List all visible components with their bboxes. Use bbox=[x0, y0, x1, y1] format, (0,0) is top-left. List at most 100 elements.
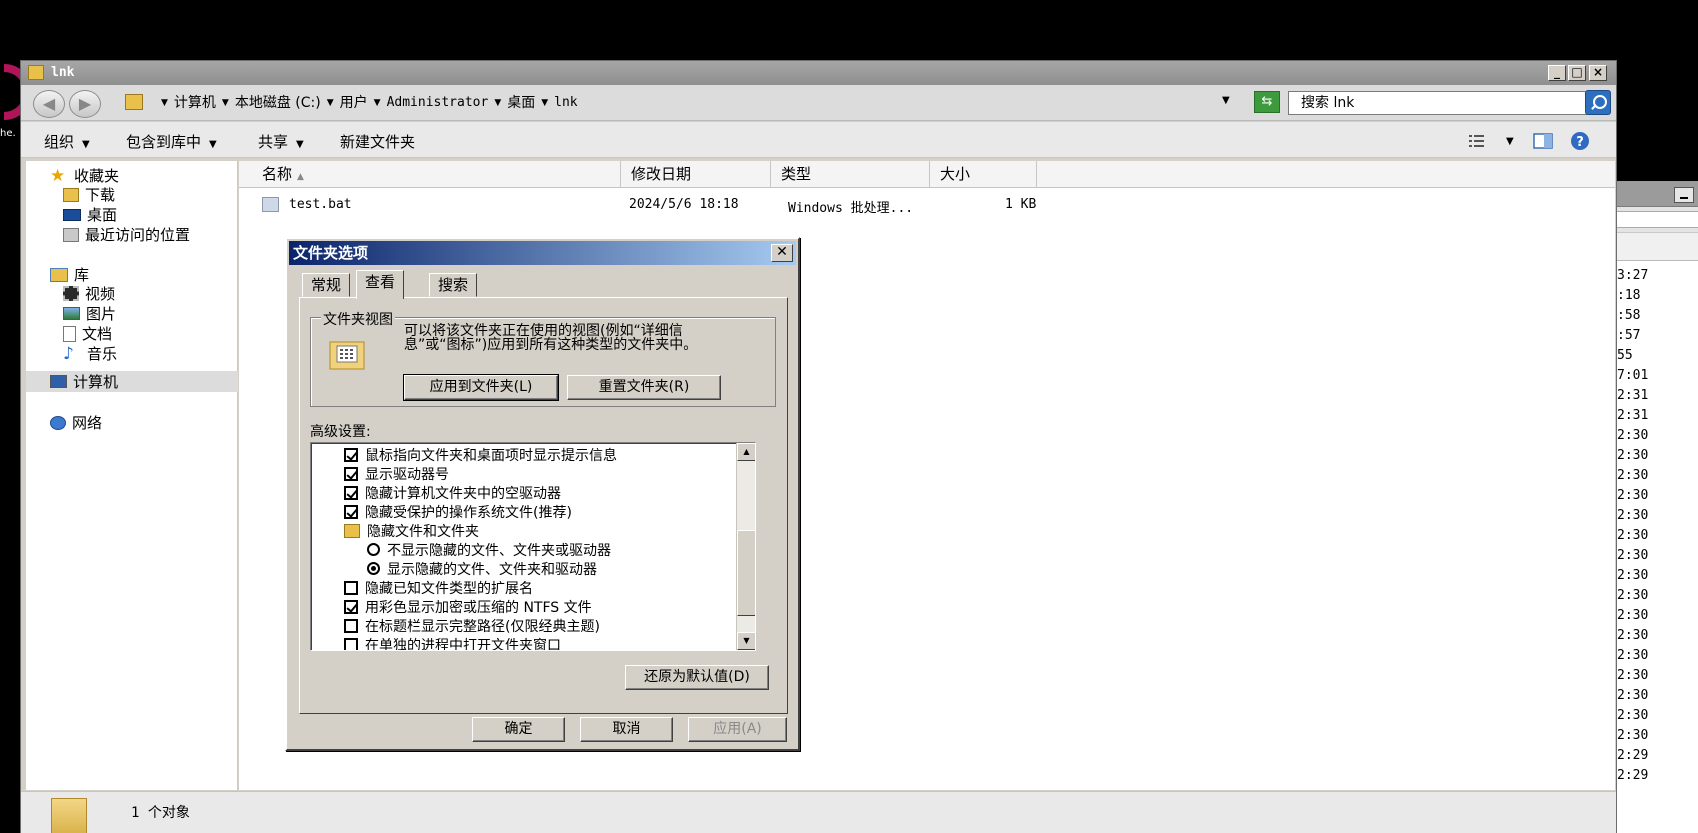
checkbox-checked-icon[interactable] bbox=[344, 466, 358, 481]
settings-option[interactable]: 隐藏计算机文件夹中的空驱动器 bbox=[344, 483, 561, 502]
window-titlebar[interactable]: lnk _ □ × bbox=[21, 61, 1616, 85]
settings-option-label: 隐藏计算机文件夹中的空驱动器 bbox=[365, 485, 561, 502]
settings-option[interactable]: 隐藏已知文件类型的扩展名 bbox=[344, 578, 533, 597]
breadcrumb-desktop[interactable]: 桌面 bbox=[507, 94, 535, 112]
nav-item-computer[interactable]: 计算机 bbox=[26, 371, 238, 392]
breadcrumb-lnk[interactable]: lnk bbox=[554, 94, 577, 112]
checkbox-unchecked-icon[interactable] bbox=[344, 580, 358, 595]
settings-option[interactable]: 在标题栏显示完整路径(仅限经典主题) bbox=[344, 616, 600, 635]
settings-option[interactable]: 显示驱动器号 bbox=[344, 464, 449, 483]
nav-item-recent[interactable]: 最近访问的位置 bbox=[63, 224, 190, 245]
help-icon[interactable]: ? bbox=[1569, 131, 1591, 151]
explorer-window: lnk _ □ × ◀ ▶ ▼ 计算机 ▼ 本地磁盘 (C:) ▼ 用户 ▼ A… bbox=[20, 60, 1617, 833]
chevron-down-icon[interactable]: ▼ bbox=[1506, 136, 1514, 147]
file-type: Windows 批处理... bbox=[788, 201, 914, 216]
column-header-modified[interactable]: 修改日期 bbox=[621, 161, 771, 187]
nav-item-network[interactable]: 网络 bbox=[50, 412, 102, 433]
nav-item-videos[interactable]: 视频 bbox=[63, 283, 115, 304]
maximize-button[interactable]: □ bbox=[1568, 65, 1586, 81]
background-window-minimize-button[interactable] bbox=[1674, 187, 1694, 203]
checkbox-checked-icon[interactable] bbox=[344, 504, 358, 519]
background-time-prefix: 2 bbox=[1617, 588, 1625, 603]
radio-selected-icon[interactable] bbox=[367, 562, 380, 575]
checkbox-checked-icon[interactable] bbox=[344, 485, 358, 500]
tab-search[interactable]: 搜索 bbox=[429, 273, 478, 297]
dialog-close-button[interactable]: ✕ bbox=[771, 244, 793, 262]
music-icon: ♪ bbox=[63, 343, 74, 364]
breadcrumb-local-disk[interactable]: 本地磁盘 (C:) bbox=[235, 94, 321, 112]
pictures-icon bbox=[63, 307, 80, 320]
partial-logo-text: he. bbox=[0, 128, 16, 139]
scroll-down-button[interactable]: ▼ bbox=[737, 632, 755, 650]
chevron-down-icon[interactable]: ▼ bbox=[222, 94, 229, 112]
settings-option[interactable]: 用彩色显示加密或压缩的 NTFS 文件 bbox=[344, 597, 592, 616]
background-window[interactable]: 3:27:18:58:57 55 7:01 2:31 2:31 2:30 2:30 2:30 2… bbox=[1617, 181, 1698, 833]
nav-label-libraries: 库 bbox=[74, 266, 90, 284]
back-button[interactable]: ◀ bbox=[33, 90, 65, 118]
settings-option[interactable]: 在单独的进程中打开文件夹窗口 bbox=[344, 635, 561, 650]
reset-folders-button[interactable]: 重置文件夹(R) bbox=[567, 375, 721, 400]
close-button[interactable]: × bbox=[1589, 65, 1607, 81]
settings-option[interactable]: 鼠标指向文件夹和桌面项时显示提示信息 bbox=[344, 445, 617, 464]
checkbox-checked-icon[interactable] bbox=[344, 599, 358, 614]
table-row[interactable]: test.bat 2024/5/6 18:18 Windows 批处理... 1… bbox=[239, 195, 1039, 217]
background-time-prefix: 2 bbox=[1617, 508, 1625, 523]
search-icon[interactable] bbox=[1585, 90, 1611, 115]
nav-item-documents[interactable]: 文档 bbox=[63, 323, 112, 344]
search-input[interactable]: 搜索 lnk bbox=[1288, 91, 1603, 115]
chevron-down-icon[interactable]: ▼ bbox=[327, 94, 334, 112]
breadcrumb[interactable]: ▼ 计算机 ▼ 本地磁盘 (C:) ▼ 用户 ▼ Administrator ▼… bbox=[155, 94, 578, 112]
radio-unselected-icon[interactable] bbox=[367, 543, 380, 556]
checkbox-unchecked-icon[interactable] bbox=[344, 618, 358, 633]
nav-item-downloads[interactable]: 下载 bbox=[63, 184, 115, 205]
tab-general[interactable]: 常规 bbox=[302, 273, 351, 297]
dialog-titlebar[interactable]: 文件夹选项 ✕ bbox=[289, 241, 796, 265]
include-library-button[interactable]: 包含到库中 ▼ bbox=[126, 131, 217, 152]
cancel-button[interactable]: 取消 bbox=[580, 717, 673, 742]
new-folder-button[interactable]: 新建文件夹 bbox=[340, 131, 415, 152]
chevron-down-icon[interactable]: ▼ bbox=[494, 94, 501, 112]
view-options-icon[interactable] bbox=[1467, 131, 1489, 151]
background-time-prefix: 2 bbox=[1617, 388, 1625, 403]
advanced-settings-scrollbar[interactable]: ▲ ▼ bbox=[736, 443, 755, 650]
breadcrumb-users[interactable]: 用户 bbox=[340, 94, 368, 112]
breadcrumb-administrator[interactable]: Administrator bbox=[387, 94, 489, 112]
nav-item-favorites[interactable]: ★ 收藏夹 bbox=[50, 165, 119, 186]
breadcrumb-computer[interactable]: 计算机 bbox=[174, 94, 216, 112]
ok-button[interactable]: 确定 bbox=[472, 717, 565, 742]
downloads-icon bbox=[63, 187, 79, 202]
preview-pane-icon[interactable] bbox=[1532, 131, 1554, 151]
settings-option[interactable]: 显示隐藏的文件、文件夹和驱动器 bbox=[367, 559, 597, 578]
share-button[interactable]: 共享 ▼ bbox=[258, 131, 304, 152]
advanced-settings-list[interactable]: 鼠标指向文件夹和桌面项时显示提示信息 显示驱动器号 隐藏计算机文件夹中的空驱动器 隐藏… bbox=[310, 442, 756, 651]
restore-defaults-button[interactable]: 还原为默认值(D) bbox=[625, 665, 769, 690]
background-time-entry: 2:30 bbox=[1617, 508, 1649, 523]
settings-option[interactable]: 隐藏受保护的操作系统文件(推荐) bbox=[344, 502, 572, 521]
background-time-entry: 2:30 bbox=[1617, 728, 1649, 743]
checkbox-checked-icon[interactable] bbox=[344, 447, 358, 462]
chevron-down-icon[interactable]: ▼ bbox=[161, 94, 168, 112]
nav-item-pictures[interactable]: 图片 bbox=[63, 303, 116, 324]
scroll-up-button[interactable]: ▲ bbox=[737, 443, 755, 461]
nav-item-libraries[interactable]: 库 bbox=[50, 264, 89, 285]
column-header-type[interactable]: 类型 bbox=[771, 161, 930, 187]
background-time-prefix: 3 bbox=[1617, 268, 1625, 283]
checkbox-unchecked-icon[interactable] bbox=[344, 637, 358, 650]
nav-item-music[interactable]: ♪ 音乐 bbox=[63, 343, 117, 364]
column-header-size[interactable]: 大小 bbox=[930, 161, 1037, 187]
address-dropdown-icon[interactable]: ▼ bbox=[1222, 95, 1230, 106]
nav-item-desktop[interactable]: 桌面 bbox=[63, 204, 117, 225]
apply-button[interactable]: 应用(A) bbox=[688, 717, 787, 742]
minimize-button[interactable]: _ bbox=[1548, 65, 1566, 81]
forward-button[interactable]: ▶ bbox=[69, 90, 101, 118]
refresh-button[interactable]: ⇆ bbox=[1254, 91, 1280, 113]
settings-option[interactable]: 不显示隐藏的文件、文件夹或驱动器 bbox=[367, 540, 611, 559]
organize-button[interactable]: 组织 ▼ bbox=[44, 131, 90, 152]
scroll-thumb[interactable] bbox=[737, 530, 755, 616]
column-header-name[interactable]: 名称 ▲ bbox=[239, 161, 621, 187]
tab-view[interactable]: 查看 bbox=[356, 270, 405, 299]
organize-label: 组织 bbox=[44, 133, 75, 151]
chevron-down-icon[interactable]: ▼ bbox=[541, 94, 548, 112]
chevron-down-icon[interactable]: ▼ bbox=[374, 94, 381, 112]
apply-to-folders-button[interactable]: 应用到文件夹(L) bbox=[403, 374, 559, 401]
